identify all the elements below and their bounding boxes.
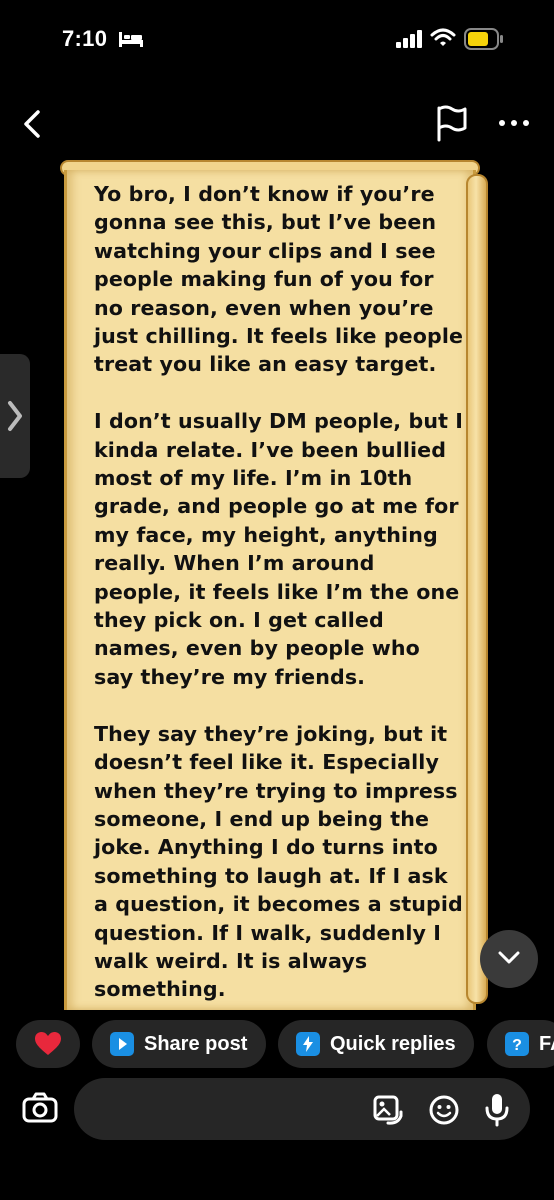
play-icon — [110, 1032, 134, 1056]
faq-label: FA — [539, 1032, 554, 1055]
signal-icon — [396, 30, 422, 48]
question-icon: ? — [505, 1032, 529, 1056]
scroll-down-button[interactable] — [480, 930, 538, 988]
heart-icon — [35, 1032, 61, 1055]
chevron-down-icon — [498, 951, 520, 964]
battery-icon — [464, 28, 503, 50]
status-time: 7:10 — [62, 26, 108, 51]
quick-replies-label: Quick replies — [330, 1032, 456, 1055]
faq-button[interactable]: ? FA — [487, 1020, 554, 1068]
back-button[interactable] — [18, 106, 48, 142]
message-paragraph: They say they’re joking, but it doesn’t … — [94, 721, 463, 1002]
message-paragraph: I don’t usually DM people, but I kinda r… — [94, 409, 464, 689]
camera-icon[interactable] — [16, 1084, 64, 1132]
heart-reaction-button[interactable] — [16, 1020, 80, 1068]
share-post-button[interactable]: Share post — [92, 1020, 266, 1068]
quick-replies-button[interactable]: Quick replies — [278, 1020, 474, 1068]
message-input[interactable] — [74, 1078, 530, 1140]
gallery-icon[interactable] — [372, 1094, 404, 1126]
side-panel-handle[interactable] — [0, 354, 30, 478]
message-paragraph: Yo bro, I don’t know if you’re gonna see… — [94, 182, 464, 377]
message-text: Yo bro, I don’t know if you’re gonna see… — [94, 180, 466, 1032]
flag-icon[interactable] — [434, 104, 470, 144]
bed-icon — [119, 32, 143, 47]
more-options-button[interactable] — [494, 108, 534, 138]
microphone-icon[interactable] — [484, 1092, 510, 1128]
svg-text:?: ? — [512, 1037, 522, 1054]
wifi-icon — [430, 28, 456, 46]
lightning-icon — [296, 1032, 320, 1056]
scroll-side-roll — [466, 174, 488, 1004]
chevron-right-icon — [8, 401, 22, 431]
shared-post-scroll[interactable]: Yo bro, I don’t know if you’re gonna see… — [60, 158, 492, 1010]
share-post-label: Share post — [144, 1032, 248, 1055]
sticker-icon[interactable] — [428, 1094, 460, 1126]
